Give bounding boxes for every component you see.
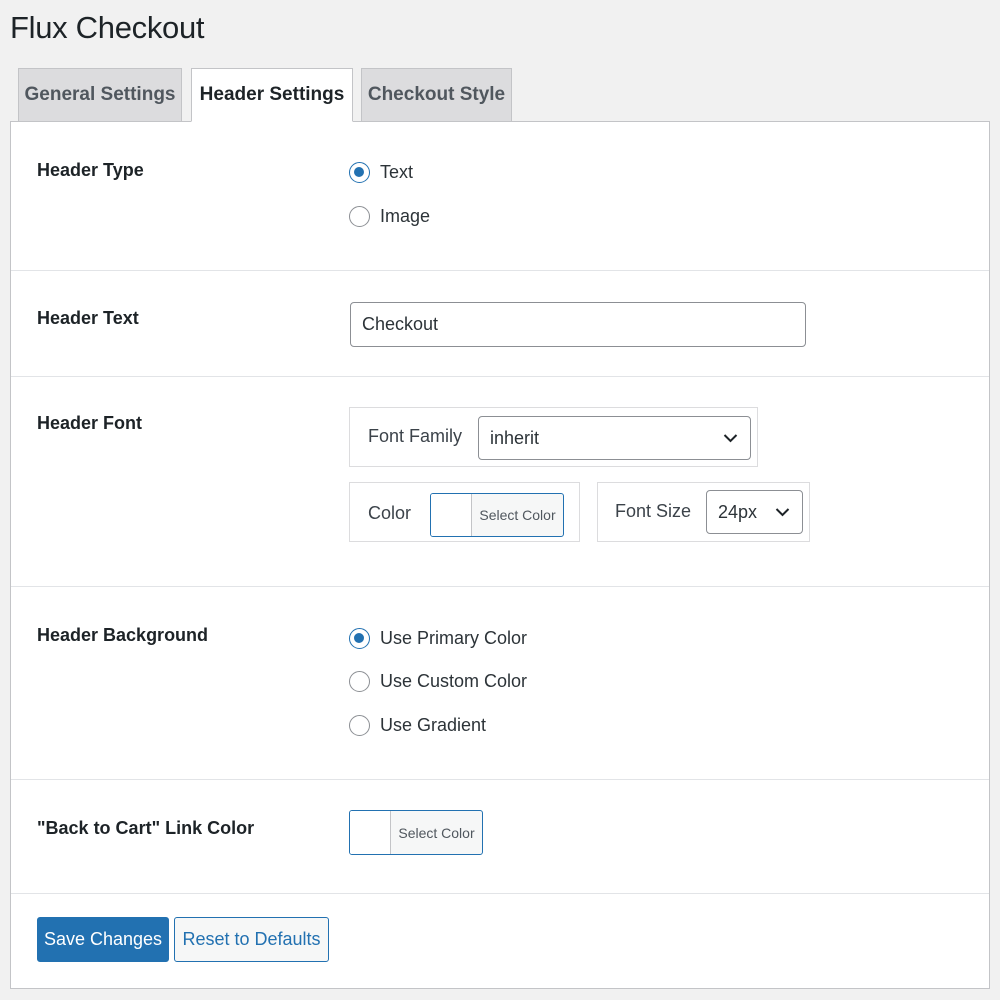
select-color-button[interactable]: Select Color <box>430 493 564 537</box>
font-size-select[interactable]: 24px <box>706 490 803 534</box>
radio-option-custom-color[interactable]: Use Custom Color <box>349 671 527 692</box>
reset-to-defaults-button[interactable]: Reset to Defaults <box>174 917 329 962</box>
radio-option-text[interactable]: Text <box>349 162 413 183</box>
font-size-value: 24px <box>718 501 758 522</box>
color-group: Color Select Color <box>349 482 580 542</box>
row-back-to-cart-color: "Back to Cart" Link Color Select Color <box>11 780 989 894</box>
select-color-text: Select Color <box>479 507 556 523</box>
font-family-group: Font Family inherit <box>349 407 758 467</box>
font-size-group: Font Size 24px <box>597 482 810 542</box>
radio-option-primary-color[interactable]: Use Primary Color <box>349 628 527 649</box>
row-header-background: Header Background Use Primary Color Use … <box>11 587 989 780</box>
font-family-value: inherit <box>490 427 540 448</box>
header-text-label: Header Text <box>37 308 139 328</box>
radio-button[interactable] <box>349 206 370 227</box>
tab-header-settings[interactable]: Header Settings <box>191 68 353 122</box>
save-changes-button[interactable]: Save Changes <box>37 917 169 962</box>
header-type-label: Header Type <box>37 160 144 180</box>
radio-label: Use Gradient <box>380 715 487 735</box>
font-family-select[interactable]: inherit <box>478 416 751 460</box>
radio-label: Use Primary Color <box>380 628 528 648</box>
color-swatch <box>350 811 391 854</box>
radio-button[interactable] <box>349 671 370 692</box>
radio-option-gradient[interactable]: Use Gradient <box>349 715 486 736</box>
font-family-label: Font Family <box>368 426 463 446</box>
header-text-input[interactable]: Checkout <box>350 302 806 347</box>
chevron-down-icon <box>723 434 738 443</box>
font-size-label: Font Size <box>615 501 692 521</box>
page-title: Flux Checkout <box>10 10 205 45</box>
radio-label: Text <box>380 162 414 182</box>
settings-panel: Header Type Text Image Header Text Check… <box>10 121 990 989</box>
row-header-font: Header Font Font Family inherit Color Se… <box>11 377 989 587</box>
color-label: Color <box>368 503 412 523</box>
header-font-label: Header Font <box>37 413 143 433</box>
radio-label: Image <box>380 206 431 226</box>
back-to-cart-label: "Back to Cart" Link Color <box>37 818 255 838</box>
back-to-cart-select-color-button[interactable]: Select Color <box>349 810 483 855</box>
radio-label: Use Custom Color <box>380 671 528 691</box>
radio-option-image[interactable]: Image <box>349 206 430 227</box>
tab-general-settings[interactable]: General Settings <box>18 68 182 122</box>
radio-button[interactable] <box>349 715 370 736</box>
select-color-text: Select Color <box>398 824 475 841</box>
header-background-label: Header Background <box>37 625 209 645</box>
row-header-type: Header Type Text Image <box>11 122 989 271</box>
radio-button[interactable] <box>349 162 370 183</box>
tab-checkout-style[interactable]: Checkout Style <box>361 68 512 122</box>
radio-button[interactable] <box>349 628 370 649</box>
color-swatch <box>431 494 472 536</box>
chevron-down-icon <box>775 508 790 517</box>
